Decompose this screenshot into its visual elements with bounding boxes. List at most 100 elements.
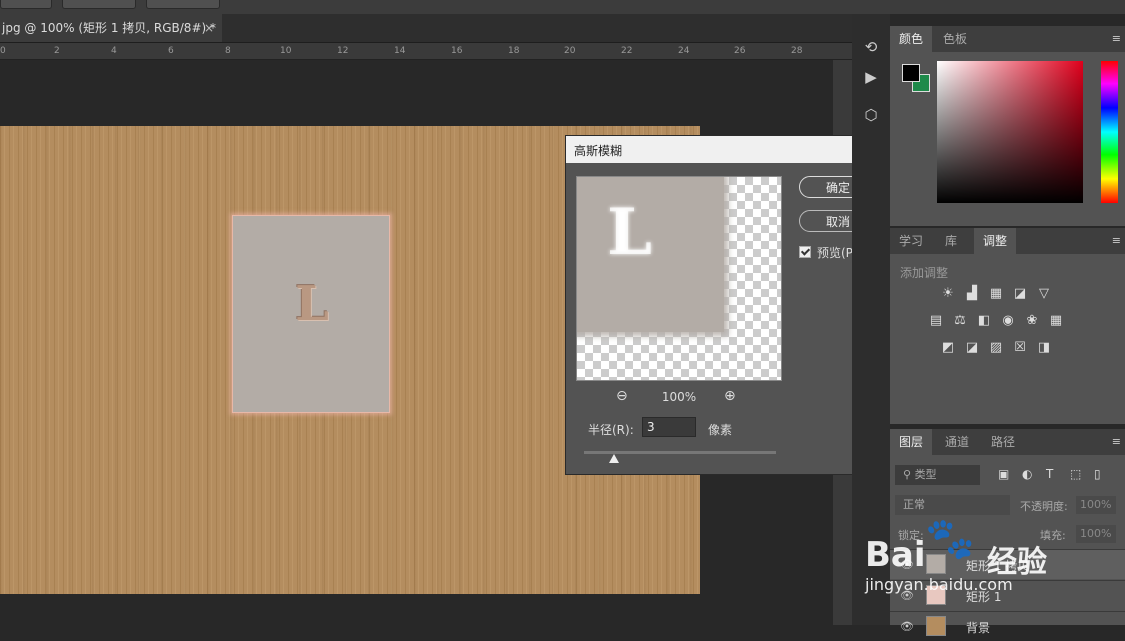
- foreground-color-swatch[interactable]: [902, 64, 920, 82]
- paw-logo-icon: 🐾: [925, 516, 975, 562]
- zoom-in-icon[interactable]: ⊕: [724, 388, 736, 404]
- play-action-icon[interactable]: ▶: [860, 66, 882, 88]
- layer-thumbnail: [926, 616, 946, 636]
- blur-preview[interactable]: L: [576, 176, 782, 381]
- options-bar: [0, 0, 1125, 14]
- color-balance-icon[interactable]: ⚖: [952, 313, 968, 329]
- color-panel: 颜色 色板 ≡: [890, 26, 1125, 226]
- panel-menu-icon[interactable]: ≡: [1112, 234, 1121, 247]
- gaussian-blur-dialog: 高斯模糊 ✕ L ⊖ 100% ⊕ 确定 取消 预览(P) 半径(R): 3 像…: [565, 135, 888, 475]
- watermark-url: jingyan.baidu.com: [865, 575, 1013, 594]
- ruler-tick: 24: [678, 46, 690, 56]
- visibility-eye-icon[interactable]: 👁: [900, 620, 914, 633]
- zoom-level: 100%: [661, 390, 697, 404]
- ruler-tick: 0: [0, 46, 6, 56]
- preview-letter: L: [607, 195, 652, 270]
- shape-filter-icon[interactable]: ⬚: [1070, 467, 1081, 481]
- selective-color-icon[interactable]: ☒: [1012, 340, 1028, 356]
- baidu-watermark: 🐾 Bai 经验 jingyan.baidu.com: [865, 515, 1065, 605]
- adjustment-filter-icon[interactable]: ◐: [1022, 467, 1032, 481]
- ruler-tick: 2: [54, 46, 60, 56]
- ruler-tick: 18: [508, 46, 520, 56]
- adjustment-row-3: ◩ ◪ ▨ ☒ ◨: [890, 340, 1125, 358]
- opacity-input[interactable]: 100%: [1076, 496, 1116, 514]
- checkbox-checked-icon[interactable]: [799, 246, 811, 258]
- brightness-icon[interactable]: ☀: [940, 286, 956, 302]
- options-button-1[interactable]: [0, 0, 52, 9]
- search-icon: ⚲: [903, 468, 915, 481]
- hue-saturation-icon[interactable]: ▤: [928, 313, 944, 329]
- add-adjustment-label: 添加调整: [900, 266, 949, 280]
- radius-input[interactable]: 3: [642, 417, 696, 437]
- adjustments-panel: 学习 库 调整 ≡ 添加调整 ☀ ▟ ▦ ◪ ▽ ▤ ⚖ ◧ ◉ ❀ ▦ ◩ ◪…: [890, 228, 1125, 424]
- ruler-tick: 10: [280, 46, 292, 56]
- layer-row[interactable]: 👁 背景: [890, 611, 1125, 641]
- preview-zoom-controls: ⊖ 100% ⊕: [576, 388, 782, 408]
- dialog-title: 高斯模糊: [574, 144, 623, 158]
- panel-menu-icon[interactable]: ≡: [1112, 32, 1121, 45]
- tab-channels[interactable]: 通道: [936, 429, 978, 455]
- tab-adjustments[interactable]: 调整: [974, 228, 1017, 254]
- ruler-tick: 8: [225, 46, 231, 56]
- layer-filter-label: 类型: [914, 468, 937, 481]
- blend-mode-select[interactable]: 正常: [895, 495, 1010, 515]
- zoom-out-icon[interactable]: ⊖: [616, 388, 628, 404]
- radius-label: 半径(R):: [588, 423, 634, 437]
- history-icon[interactable]: ⟲: [860, 36, 882, 58]
- layer-filter-select[interactable]: ⚲ 类型: [895, 465, 980, 485]
- watermark-brand: Bai: [865, 535, 926, 575]
- black-white-icon[interactable]: ◧: [976, 313, 992, 329]
- tab-swatches[interactable]: 色板: [934, 26, 976, 52]
- options-button-3[interactable]: [146, 0, 220, 9]
- posterize-icon[interactable]: ◪: [964, 340, 980, 356]
- tab-color[interactable]: 颜色: [890, 26, 933, 52]
- channel-mixer-icon[interactable]: ❀: [1024, 313, 1040, 329]
- embossed-letter: L: [295, 276, 329, 332]
- curves-icon[interactable]: ▦: [988, 286, 1004, 302]
- horizontal-ruler: 0 2 4 6 8 10 12 14 16 18 20 22 24 26 28: [0, 43, 852, 60]
- adjustment-row-2: ▤ ⚖ ◧ ◉ ❀ ▦: [890, 313, 1125, 331]
- ruler-tick: 20: [564, 46, 576, 56]
- threshold-icon[interactable]: ▨: [988, 340, 1004, 356]
- ruler-tick: 12: [337, 46, 349, 56]
- smart-object-filter-icon[interactable]: ▯: [1094, 467, 1101, 481]
- color-panel-tabs: 颜色 色板 ≡: [890, 26, 1125, 52]
- tab-library[interactable]: 库: [936, 228, 966, 254]
- gradient-map-icon[interactable]: ◨: [1036, 340, 1052, 356]
- ruler-tick: 16: [451, 46, 463, 56]
- opacity-label: 不透明度:: [1020, 500, 1068, 513]
- adjustments-panel-tabs: 学习 库 调整 ≡: [890, 228, 1125, 254]
- document-tab[interactable]: jpg @ 100% (矩形 1 拷贝, RGB/8#) * ×: [0, 14, 222, 42]
- color-lookup-icon[interactable]: ▦: [1048, 313, 1064, 329]
- ruler-tick: 6: [168, 46, 174, 56]
- radius-unit: 像素: [708, 423, 733, 437]
- pixel-filter-icon[interactable]: ▣: [998, 467, 1009, 481]
- document-tab-title: jpg @ 100% (矩形 1 拷贝, RGB/8#) *: [2, 21, 216, 35]
- tab-paths[interactable]: 路径: [982, 429, 1024, 455]
- layers-panel-tabs: 图层 通道 路径 ≡: [890, 429, 1125, 455]
- panel-menu-icon[interactable]: ≡: [1112, 435, 1121, 448]
- levels-icon[interactable]: ▟: [964, 286, 980, 302]
- ruler-tick: 4: [111, 46, 117, 56]
- ruler-tick: 14: [394, 46, 406, 56]
- dialog-title-bar[interactable]: 高斯模糊 ✕: [566, 136, 887, 163]
- adjustment-row-1: ☀ ▟ ▦ ◪ ▽: [890, 286, 1125, 304]
- type-filter-icon[interactable]: T: [1046, 467, 1053, 481]
- close-tab-icon[interactable]: ×: [204, 14, 214, 42]
- frosted-rectangle-layer[interactable]: L: [232, 215, 390, 413]
- vibrance-icon[interactable]: ▽: [1036, 286, 1052, 302]
- preview-checkbox[interactable]: 预览(P): [799, 244, 858, 261]
- 3d-cube-icon[interactable]: ⬡: [860, 104, 882, 126]
- fill-input[interactable]: 100%: [1076, 525, 1116, 543]
- layer-name: 背景: [966, 621, 991, 635]
- tab-learn[interactable]: 学习: [890, 228, 932, 254]
- radius-slider-thumb[interactable]: [609, 454, 619, 463]
- color-field[interactable]: [937, 61, 1083, 203]
- hue-slider[interactable]: [1101, 61, 1118, 203]
- ruler-tick: 28: [791, 46, 803, 56]
- exposure-icon[interactable]: ◪: [1012, 286, 1028, 302]
- tab-layers[interactable]: 图层: [890, 429, 933, 455]
- photo-filter-icon[interactable]: ◉: [1000, 313, 1016, 329]
- invert-icon[interactable]: ◩: [940, 340, 956, 356]
- options-button-2[interactable]: [62, 0, 136, 9]
